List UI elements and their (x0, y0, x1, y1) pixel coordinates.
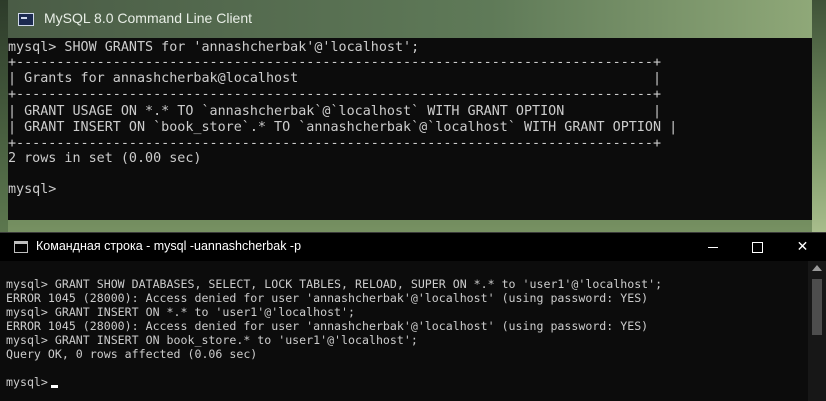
close-icon: ✕ (796, 239, 809, 255)
cmd-window[interactable]: Командная строка - mysql -uannashcherbak… (0, 232, 826, 401)
console-line: ERROR 1045 (28000): Access denied for us… (6, 319, 649, 333)
console-line: Query OK, 0 rows affected (0.06 sec) (6, 347, 258, 361)
mysql-window-title: MySQL 8.0 Command Line Client (44, 10, 253, 26)
minimize-icon (707, 246, 718, 248)
console-line: mysql> GRANT INSERT ON *.* to 'user1'@'l… (6, 305, 356, 319)
console-prompt: mysql> (8, 182, 57, 197)
text-cursor (50, 385, 58, 388)
console-line: ERROR 1045 (28000): Access denied for us… (6, 291, 649, 305)
vertical-scrollbar[interactable] (808, 261, 826, 401)
console-line: | Grants for annashcherbak@localhost | (8, 71, 662, 86)
console-line: | GRANT USAGE ON *.* TO `annashcherbak`@… (8, 104, 662, 119)
minimize-button[interactable] (690, 233, 735, 261)
maximize-icon (752, 241, 763, 253)
mysql-console-output[interactable]: mysql> SHOW GRANTS for 'annashcherbak'@'… (8, 38, 812, 220)
desktop-background (812, 0, 826, 232)
cmd-titlebar[interactable]: Командная строка - mysql -uannashcherbak… (0, 233, 826, 261)
mysql-console-icon (18, 13, 34, 26)
scrollbar-thumb[interactable] (812, 279, 822, 335)
console-prompt-line[interactable]: mysql> (6, 375, 58, 389)
console-line: +---------------------------------------… (8, 87, 662, 102)
console-prompt: mysql> (6, 375, 48, 389)
console-line: 2 rows in set (0.00 sec) (8, 151, 202, 166)
console-line: +---------------------------------------… (8, 55, 662, 70)
arrow-up-icon[interactable] (812, 265, 822, 271)
cmd-console-output[interactable]: mysql> GRANT SHOW DATABASES, SELECT, LOC… (0, 261, 808, 401)
console-line: mysql> SHOW GRANTS for 'annashcherbak'@'… (8, 40, 420, 55)
console-line: mysql> GRANT SHOW DATABASES, SELECT, LOC… (6, 277, 663, 291)
console-line: mysql> GRANT INSERT ON book_store.* to '… (6, 333, 418, 347)
maximize-button[interactable] (735, 233, 780, 261)
cmd-window-title: Командная строка - mysql -uannashcherbak… (36, 239, 302, 253)
close-button[interactable]: ✕ (780, 233, 825, 261)
console-line: +---------------------------------------… (8, 136, 662, 151)
mysql-titlebar[interactable]: MySQL 8.0 Command Line Client (8, 0, 812, 38)
cmd-console-icon (14, 241, 28, 253)
mysql-client-window[interactable]: MySQL 8.0 Command Line Client mysql> SHO… (8, 0, 812, 220)
console-line: | GRANT INSERT ON `book_store`.* TO `ann… (8, 120, 678, 135)
